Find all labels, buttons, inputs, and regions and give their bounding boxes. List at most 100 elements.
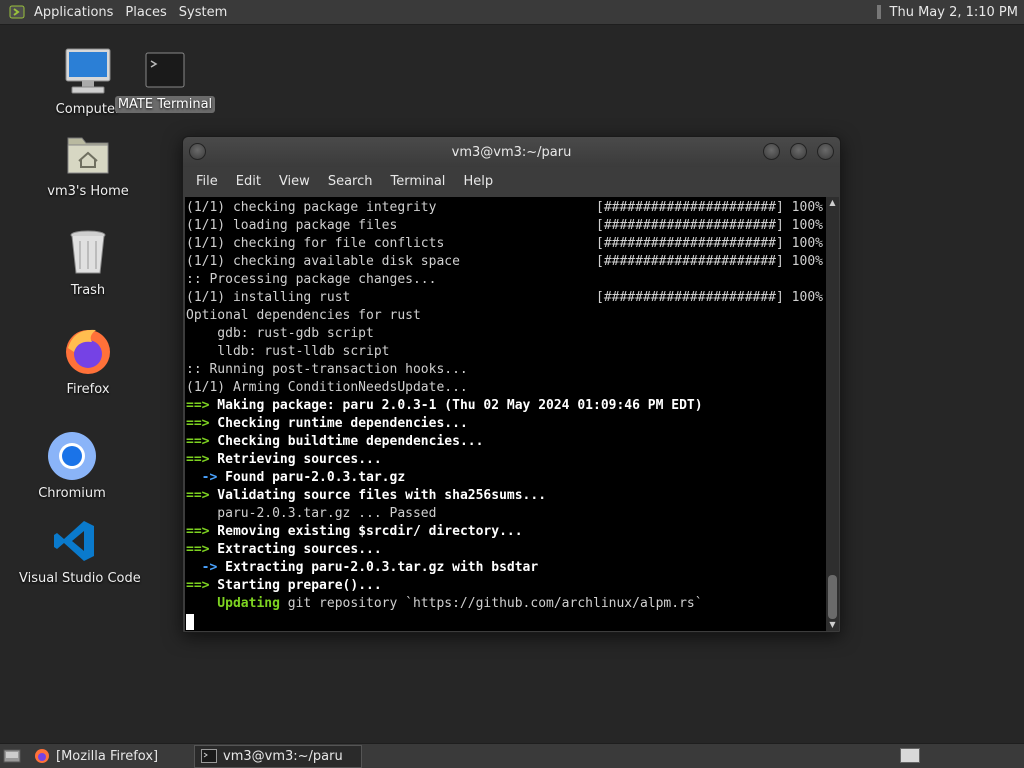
terminal-line: :: Running post-transaction hooks... (186, 361, 827, 379)
line-text: :: Processing package changes... (186, 272, 437, 287)
desktop-icon-chromium[interactable]: Chromium (17, 430, 127, 501)
places-menu[interactable]: Places (119, 5, 172, 20)
taskbar-item-label: vm3@vm3:~/paru (223, 748, 343, 764)
line-text: git repository `https://github.com/archl… (279, 596, 703, 611)
desktop-icon-home[interactable]: vm3's Home (33, 128, 143, 199)
line-prefix: -> (186, 470, 218, 485)
desktop-icon-label: Trash (70, 283, 106, 298)
menu-help[interactable]: Help (454, 174, 502, 189)
computer-icon (62, 46, 114, 98)
line-prefix: ==> (186, 542, 210, 557)
terminal-line: ==> Removing existing $srcdir/ directory… (186, 523, 827, 541)
workspace-switcher[interactable] (900, 748, 920, 763)
line-prefix: -> (186, 560, 218, 575)
line-text: :: Running post-transaction hooks... (186, 362, 468, 377)
terminal-line: (1/1) checking available disk space [####… (186, 253, 827, 271)
terminal-window: vm3@vm3:~/paru File Edit View Search Ter… (182, 136, 841, 633)
progress-bar-text: [######################] 100% (596, 254, 823, 269)
show-desktop-icon[interactable] (0, 744, 24, 768)
line-text: Checking runtime dependencies... (209, 416, 468, 431)
terminal-line: ==> Starting prepare()... (186, 577, 827, 595)
terminal-prompt-line (186, 613, 827, 631)
window-titlebar[interactable]: vm3@vm3:~/paru (183, 137, 840, 167)
terminal-scrollbar[interactable]: ▲ ▼ (826, 197, 839, 631)
maximize-button[interactable] (790, 143, 807, 160)
line-text: (1/1) checking package integrity (186, 200, 437, 215)
terminal-icon (145, 52, 185, 88)
desktop-icon-trash[interactable]: Trash (33, 227, 143, 298)
desktop-icon-label: Chromium (38, 486, 106, 501)
terminal-line: -> Found paru-2.0.3.tar.gz (186, 469, 827, 487)
firefox-icon (62, 326, 114, 378)
scrollbar-thumb[interactable] (828, 575, 837, 619)
line-prefix: ==> (186, 578, 210, 593)
terminal-line: (1/1) installing rust [##################… (186, 289, 827, 307)
line-text: Extracting paru-2.0.3.tar.gz with bsdtar (217, 560, 539, 575)
minimize-button[interactable] (763, 143, 780, 160)
terminal-line: ==> Validating source files with sha256s… (186, 487, 827, 505)
desktop-icon-firefox[interactable]: Firefox (33, 326, 143, 397)
menu-view[interactable]: View (270, 174, 319, 189)
taskbar-item-firefox[interactable]: [Mozilla Firefox] (28, 745, 190, 768)
line-text: (1/1) loading package files (186, 218, 398, 233)
terminal-line: gdb: rust-gdb script (186, 325, 827, 343)
terminal-line: Optional dependencies for rust (186, 307, 827, 325)
desktop-icon-label: MATE Terminal (114, 96, 216, 113)
desktop-icon-mate-terminal[interactable]: MATE Terminal (110, 52, 220, 113)
line-prefix: Updating (186, 596, 280, 611)
terminal-line: ==> Making package: paru 2.0.3-1 (Thu 02… (186, 397, 827, 415)
top-panel: Applications Places System Thu May 2, 1:… (0, 0, 1024, 25)
terminal-line: Updating git repository `https://github.… (186, 595, 827, 613)
line-text: Validating source files with sha256sums.… (209, 488, 547, 503)
taskbar-item-terminal[interactable]: vm3@vm3:~/paru (194, 744, 362, 768)
line-text: gdb: rust-gdb script (186, 326, 374, 341)
window-title: vm3@vm3:~/paru (451, 144, 572, 160)
line-text: lldb: rust-lldb script (186, 344, 390, 359)
scroll-up-arrow-icon[interactable]: ▲ (826, 197, 839, 209)
line-prefix: ==> (186, 416, 210, 431)
menu-terminal[interactable]: Terminal (381, 174, 454, 189)
menu-edit[interactable]: Edit (227, 174, 270, 189)
terminal-line: ==> Extracting sources... (186, 541, 827, 559)
terminal-line: paru-2.0.3.tar.gz ... Passed (186, 505, 827, 523)
home-folder-icon (62, 128, 114, 180)
trash-icon (62, 227, 114, 279)
progress-bar-text: [######################] 100% (596, 236, 823, 251)
line-prefix: ==> (186, 488, 210, 503)
line-prefix: ==> (186, 434, 210, 449)
clock[interactable]: Thu May 2, 1:10 PM (890, 5, 1024, 20)
line-text: Starting prepare()... (209, 578, 382, 593)
close-button[interactable] (817, 143, 834, 160)
vscode-icon (52, 519, 96, 563)
terminal-output[interactable]: (1/1) checking package integrity [#######… (185, 197, 827, 631)
terminal-line: (1/1) checking package integrity [#######… (186, 199, 827, 217)
line-text: Retrieving sources... (209, 452, 382, 467)
applications-menu[interactable]: Applications (28, 5, 119, 20)
progress-bar-text: [######################] 100% (596, 218, 823, 233)
taskbar-item-label: [Mozilla Firefox] (56, 748, 159, 764)
menu-search[interactable]: Search (319, 174, 382, 189)
terminal-line: -> Extracting paru-2.0.3.tar.gz with bsd… (186, 559, 827, 577)
line-text: (1/1) Arming ConditionNeedsUpdate... (186, 380, 468, 395)
window-menu-button[interactable] (189, 143, 206, 160)
scroll-down-arrow-icon[interactable]: ▼ (826, 619, 839, 631)
line-prefix: ==> (186, 452, 210, 467)
terminal-line: :: Processing package changes... (186, 271, 827, 289)
progress-bar-text: [######################] 100% (596, 290, 823, 305)
desktop-icon-label: Firefox (66, 382, 110, 397)
progress-bar-text: [######################] 100% (596, 200, 823, 215)
line-text: Making package: paru 2.0.3-1 (Thu 02 May… (209, 398, 703, 413)
terminal-line: (1/1) Arming ConditionNeedsUpdate... (186, 379, 827, 397)
panel-handle-icon (876, 3, 886, 21)
menu-file[interactable]: File (187, 174, 227, 189)
text-cursor (186, 613, 194, 630)
desktop-icon-vscode[interactable]: Visual Studio Code (19, 519, 141, 586)
line-prefix: ==> (186, 398, 210, 413)
line-text: (1/1) checking available disk space (186, 254, 460, 269)
mate-logo-icon[interactable] (6, 1, 28, 23)
terminal-line: ==> Retrieving sources... (186, 451, 827, 469)
system-menu[interactable]: System (173, 5, 233, 20)
desktop-icon-label: Visual Studio Code (19, 571, 141, 586)
terminal-line: (1/1) checking for file conflicts [######… (186, 235, 827, 253)
line-text: Optional dependencies for rust (186, 308, 421, 323)
